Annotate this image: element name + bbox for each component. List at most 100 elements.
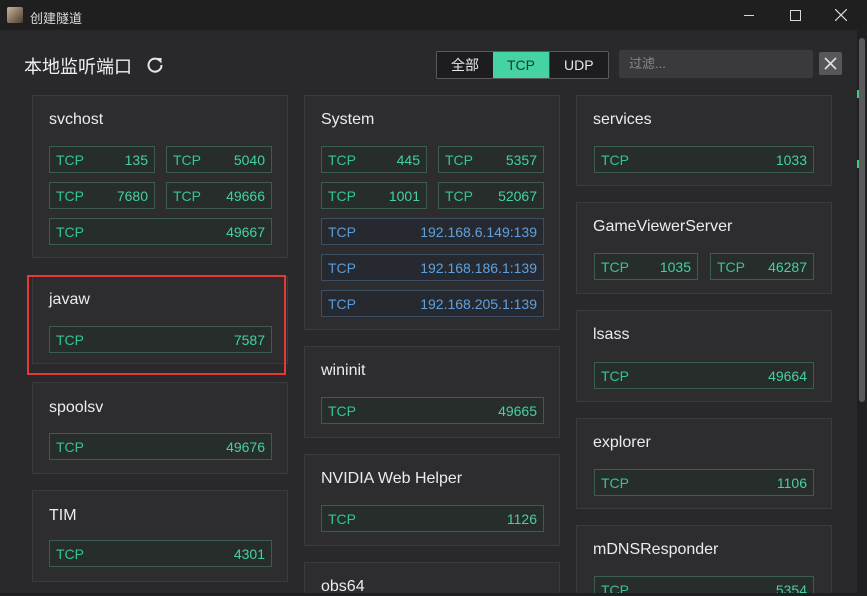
port-value: 445 (396, 152, 420, 168)
port-value: 49665 (498, 403, 537, 419)
protocol-label: TCP (328, 511, 356, 527)
tab-tcp[interactable]: TCP (493, 52, 549, 78)
protocol-label: TCP (717, 259, 745, 275)
process-name: System (321, 111, 375, 128)
protocol-label: TCP (601, 475, 629, 491)
port-chip[interactable]: TCP 1126 (321, 505, 544, 532)
port-value: 49666 (226, 188, 265, 204)
scroll-thumb[interactable] (859, 38, 865, 402)
tab-udp[interactable]: UDP (549, 52, 608, 78)
address-value: 192.168.186.1:139 (420, 260, 537, 276)
port-value: 135 (124, 152, 148, 168)
port-value: 5354 (775, 582, 807, 593)
protocol-label: TCP (445, 188, 473, 204)
port-value: 52067 (498, 188, 537, 204)
protocol-label: TCP (601, 259, 629, 275)
protocol-label: TCP (56, 546, 84, 562)
process-card: System TCP 445 TCP 5357 TCP 1001 TCP 52067 T… (304, 95, 560, 330)
protocol-label: TCP (601, 582, 629, 593)
page-title: 本地监听端口 (24, 57, 132, 77)
process-name: services (593, 111, 652, 128)
process-card: wininit TCP 49665 (304, 346, 560, 438)
protocol-label: TCP (445, 152, 473, 168)
process-name: spoolsv (49, 399, 104, 416)
process-card: mDNSResponder TCP 5354 (576, 525, 832, 593)
port-chip[interactable]: TCP 49676 (49, 433, 272, 460)
process-name: explorer (593, 434, 651, 451)
port-chip[interactable]: TCP 5040 (166, 146, 272, 173)
port-chip[interactable]: TCP 1035 (594, 253, 698, 280)
port-chip[interactable]: TCP 49664 (594, 362, 814, 389)
port-chip[interactable]: TCP 7680 (49, 182, 155, 209)
minimize-button[interactable] (726, 0, 772, 30)
tab-all[interactable]: 全部 (437, 52, 493, 78)
protocol-label: TCP (601, 152, 629, 168)
port-value: 5040 (233, 152, 265, 168)
protocol-label: TCP (328, 188, 356, 204)
port-chip[interactable]: TCP 1033 (594, 146, 814, 173)
protocol-tab-group: 全部 TCP UDP (436, 51, 609, 79)
close-icon (824, 57, 837, 70)
port-value: 4301 (233, 546, 265, 562)
protocol-label: TCP (56, 188, 84, 204)
process-card: obs64 (304, 562, 560, 595)
port-chip[interactable]: TCP 49665 (321, 397, 544, 424)
port-chip[interactable]: TCP 5357 (438, 146, 544, 173)
refresh-icon[interactable] (145, 55, 165, 75)
protocol-label: TCP (173, 152, 201, 168)
scroll-marker (857, 90, 859, 98)
vertical-scrollbar[interactable] (857, 30, 867, 593)
protocol-label: TCP (56, 224, 84, 240)
port-chip[interactable]: TCP 445 (321, 146, 427, 173)
process-card: GameViewerServer TCP 1035 TCP 46287 (576, 202, 832, 294)
process-card: services TCP 1033 (576, 95, 832, 186)
process-card: lsass TCP 49664 (576, 310, 832, 402)
port-value: 49667 (226, 224, 265, 240)
port-value: 46287 (768, 259, 807, 275)
process-card: spoolsv TCP 49676 (32, 382, 288, 474)
port-chip[interactable]: TCP 46287 (710, 253, 814, 280)
port-value: 49676 (226, 439, 265, 455)
port-chip[interactable]: TCP 49667 (49, 218, 272, 245)
port-chip[interactable]: TCP 192.168.186.1:139 (321, 254, 544, 281)
protocol-label: TCP (56, 152, 84, 168)
process-name: TIM (49, 507, 77, 524)
port-chip[interactable]: TCP 52067 (438, 182, 544, 209)
protocol-label: TCP (328, 403, 356, 419)
port-value: 1126 (506, 511, 537, 527)
process-card: svchost TCP 135 TCP 5040 TCP 7680 TCP 49666 … (32, 95, 288, 258)
address-value: 192.168.205.1:139 (420, 296, 537, 312)
scroll-marker (857, 160, 859, 168)
port-chip[interactable]: TCP 1001 (321, 182, 427, 209)
port-chip[interactable]: TCP 5354 (594, 576, 814, 593)
port-value: 49664 (768, 368, 807, 384)
process-card: explorer TCP 1106 (576, 418, 832, 509)
process-name: NVIDIA Web Helper (321, 470, 463, 487)
process-name: GameViewerServer (593, 218, 733, 235)
port-value: 5357 (505, 152, 537, 168)
protocol-label: TCP (328, 224, 356, 240)
protocol-label: TCP (328, 260, 356, 276)
protocol-label: TCP (56, 439, 84, 455)
clear-filter-button[interactable] (819, 52, 842, 75)
filter-input[interactable]: 过滤... (619, 50, 813, 78)
close-button[interactable] (818, 0, 864, 30)
port-chip[interactable]: TCP 192.168.205.1:139 (321, 290, 544, 317)
selection-highlight (27, 275, 286, 375)
protocol-label: TCP (601, 368, 629, 384)
maximize-button[interactable] (772, 0, 818, 30)
port-value: 1033 (775, 152, 807, 168)
port-chip[interactable]: TCP 49666 (166, 182, 272, 209)
process-name: obs64 (321, 578, 365, 595)
port-chip[interactable]: TCP 4301 (49, 540, 272, 567)
app-icon (7, 7, 23, 23)
port-chip[interactable]: TCP 135 (49, 146, 155, 173)
port-value: 1001 (388, 188, 420, 204)
protocol-label: TCP (328, 152, 356, 168)
protocol-label: TCP (328, 296, 356, 312)
window-title: 创建隧道 (30, 11, 83, 26)
port-chip[interactable]: TCP 192.168.6.149:139 (321, 218, 544, 245)
port-chip[interactable]: TCP 1106 (594, 469, 814, 496)
process-name: mDNSResponder (593, 541, 719, 558)
process-name: svchost (49, 111, 104, 128)
